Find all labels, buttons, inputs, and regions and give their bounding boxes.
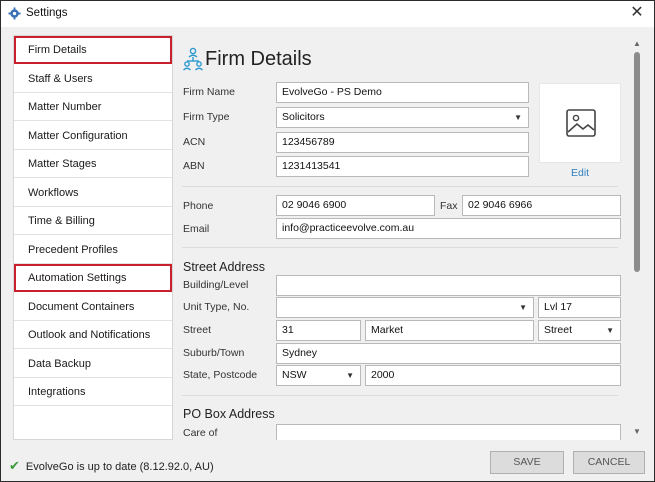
save-button[interactable]: SAVE — [490, 451, 564, 474]
state-select[interactable]: NSW ▼ — [276, 365, 361, 386]
page-title: Firm Details — [205, 48, 312, 70]
title-bar: Settings ✕ — [1, 1, 654, 27]
phone-input[interactable]: 02 9046 6900 — [276, 195, 435, 216]
sidebar-item-time-billing[interactable]: Time & Billing — [14, 207, 172, 235]
building-level-input[interactable] — [276, 275, 621, 296]
firm-name-label: Firm Name — [183, 86, 235, 98]
sidebar-item-outlook-notifications[interactable]: Outlook and Notifications — [14, 321, 172, 349]
sidebar-item-matter-stages[interactable]: Matter Stages — [14, 150, 172, 178]
scroll-up-icon[interactable]: ▲ — [632, 39, 642, 49]
postcode-input[interactable]: 2000 — [365, 365, 621, 386]
unit-type-select[interactable]: ▼ — [276, 297, 534, 318]
care-of-label: Care of — [183, 427, 218, 439]
street-type-select[interactable]: Street ▼ — [538, 320, 621, 341]
sidebar-item-integrations[interactable]: Integrations — [14, 378, 172, 406]
chevron-down-icon: ▼ — [346, 371, 354, 380]
scroll-down-icon[interactable]: ▼ — [632, 427, 642, 437]
abn-input[interactable]: 1231413541 — [276, 156, 529, 177]
care-of-input[interactable] — [276, 424, 621, 440]
street-label: Street — [183, 324, 212, 336]
update-status: ✔ EvolveGo is up to date (8.12.92.0, AU) — [9, 458, 214, 474]
street-type-value: Street — [544, 324, 573, 336]
update-status-text: EvolveGo is up to date (8.12.92.0, AU) — [25, 461, 214, 473]
acn-input[interactable]: 123456789 — [276, 132, 529, 153]
edit-logo-link[interactable]: Edit — [571, 167, 589, 179]
sidebar-item-firm-details[interactable]: Firm Details — [14, 36, 172, 64]
building-level-label: Building/Level — [183, 279, 249, 291]
divider — [182, 395, 618, 396]
close-icon[interactable]: ✕ — [628, 4, 646, 22]
fax-label: Fax — [440, 200, 458, 212]
po-box-heading: PO Box Address — [183, 407, 275, 421]
image-placeholder-icon — [566, 109, 596, 137]
sidebar-item-matter-configuration[interactable]: Matter Configuration — [14, 122, 172, 150]
settings-window: Settings ✕ Firm Details Staff & Users Ma… — [0, 0, 655, 482]
unit-type-label: Unit Type, No. — [183, 301, 250, 313]
scroll-thumb[interactable] — [634, 52, 640, 272]
sidebar-item-workflows[interactable]: Workflows — [14, 179, 172, 207]
gear-icon — [8, 7, 21, 20]
chevron-down-icon: ▼ — [519, 303, 527, 312]
sidebar-item-precedent-profiles[interactable]: Precedent Profiles — [14, 236, 172, 264]
phone-label: Phone — [183, 200, 214, 212]
email-input[interactable]: info@practiceevolve.com.au — [276, 218, 621, 239]
sidebar-item-automation-settings[interactable]: Automation Settings — [14, 264, 172, 292]
state-value: NSW — [282, 369, 307, 381]
street-name-input[interactable]: Market — [365, 320, 534, 341]
suburb-input[interactable]: Sydney — [276, 343, 621, 364]
sidebar-item-staff-users[interactable]: Staff & Users — [14, 65, 172, 93]
firm-type-label: Firm Type — [183, 111, 230, 123]
unit-number-input[interactable]: Lvl 17 — [538, 297, 621, 318]
chevron-down-icon: ▼ — [606, 326, 614, 335]
firm-logo-box[interactable] — [539, 83, 621, 163]
sidebar-item-data-backup[interactable]: Data Backup — [14, 350, 172, 378]
checkmark-icon: ✔ — [9, 458, 20, 473]
po-box-clip: Care of — [182, 424, 622, 440]
acn-label: ACN — [183, 136, 206, 148]
chevron-down-icon: ▼ — [514, 113, 522, 122]
fax-input[interactable]: 02 9046 6966 — [462, 195, 621, 216]
state-postcode-label: State, Postcode — [183, 369, 258, 381]
firm-details-panel: Firm Details Firm Name EvolveGo - PS Dem… — [173, 35, 647, 440]
firm-type-select[interactable]: Solicitors ▼ — [276, 107, 529, 128]
street-number-input[interactable]: 31 — [276, 320, 361, 341]
sidebar-item-matter-number[interactable]: Matter Number — [14, 93, 172, 121]
divider — [182, 186, 618, 187]
cancel-button[interactable]: CANCEL — [573, 451, 645, 474]
content-scrollbar[interactable]: ▲ ▼ — [631, 37, 643, 437]
organization-icon — [183, 47, 203, 71]
divider — [182, 247, 618, 248]
firm-type-value: Solicitors — [282, 111, 325, 123]
abn-label: ABN — [183, 160, 205, 172]
settings-nav: Firm Details Staff & Users Matter Number… — [13, 35, 173, 440]
email-label: Email — [183, 223, 210, 235]
sidebar-item-document-containers[interactable]: Document Containers — [14, 293, 172, 321]
window-title: Settings — [26, 7, 68, 19]
suburb-label: Suburb/Town — [183, 347, 245, 359]
street-address-heading: Street Address — [183, 260, 265, 274]
firm-name-input[interactable]: EvolveGo - PS Demo — [276, 82, 529, 103]
